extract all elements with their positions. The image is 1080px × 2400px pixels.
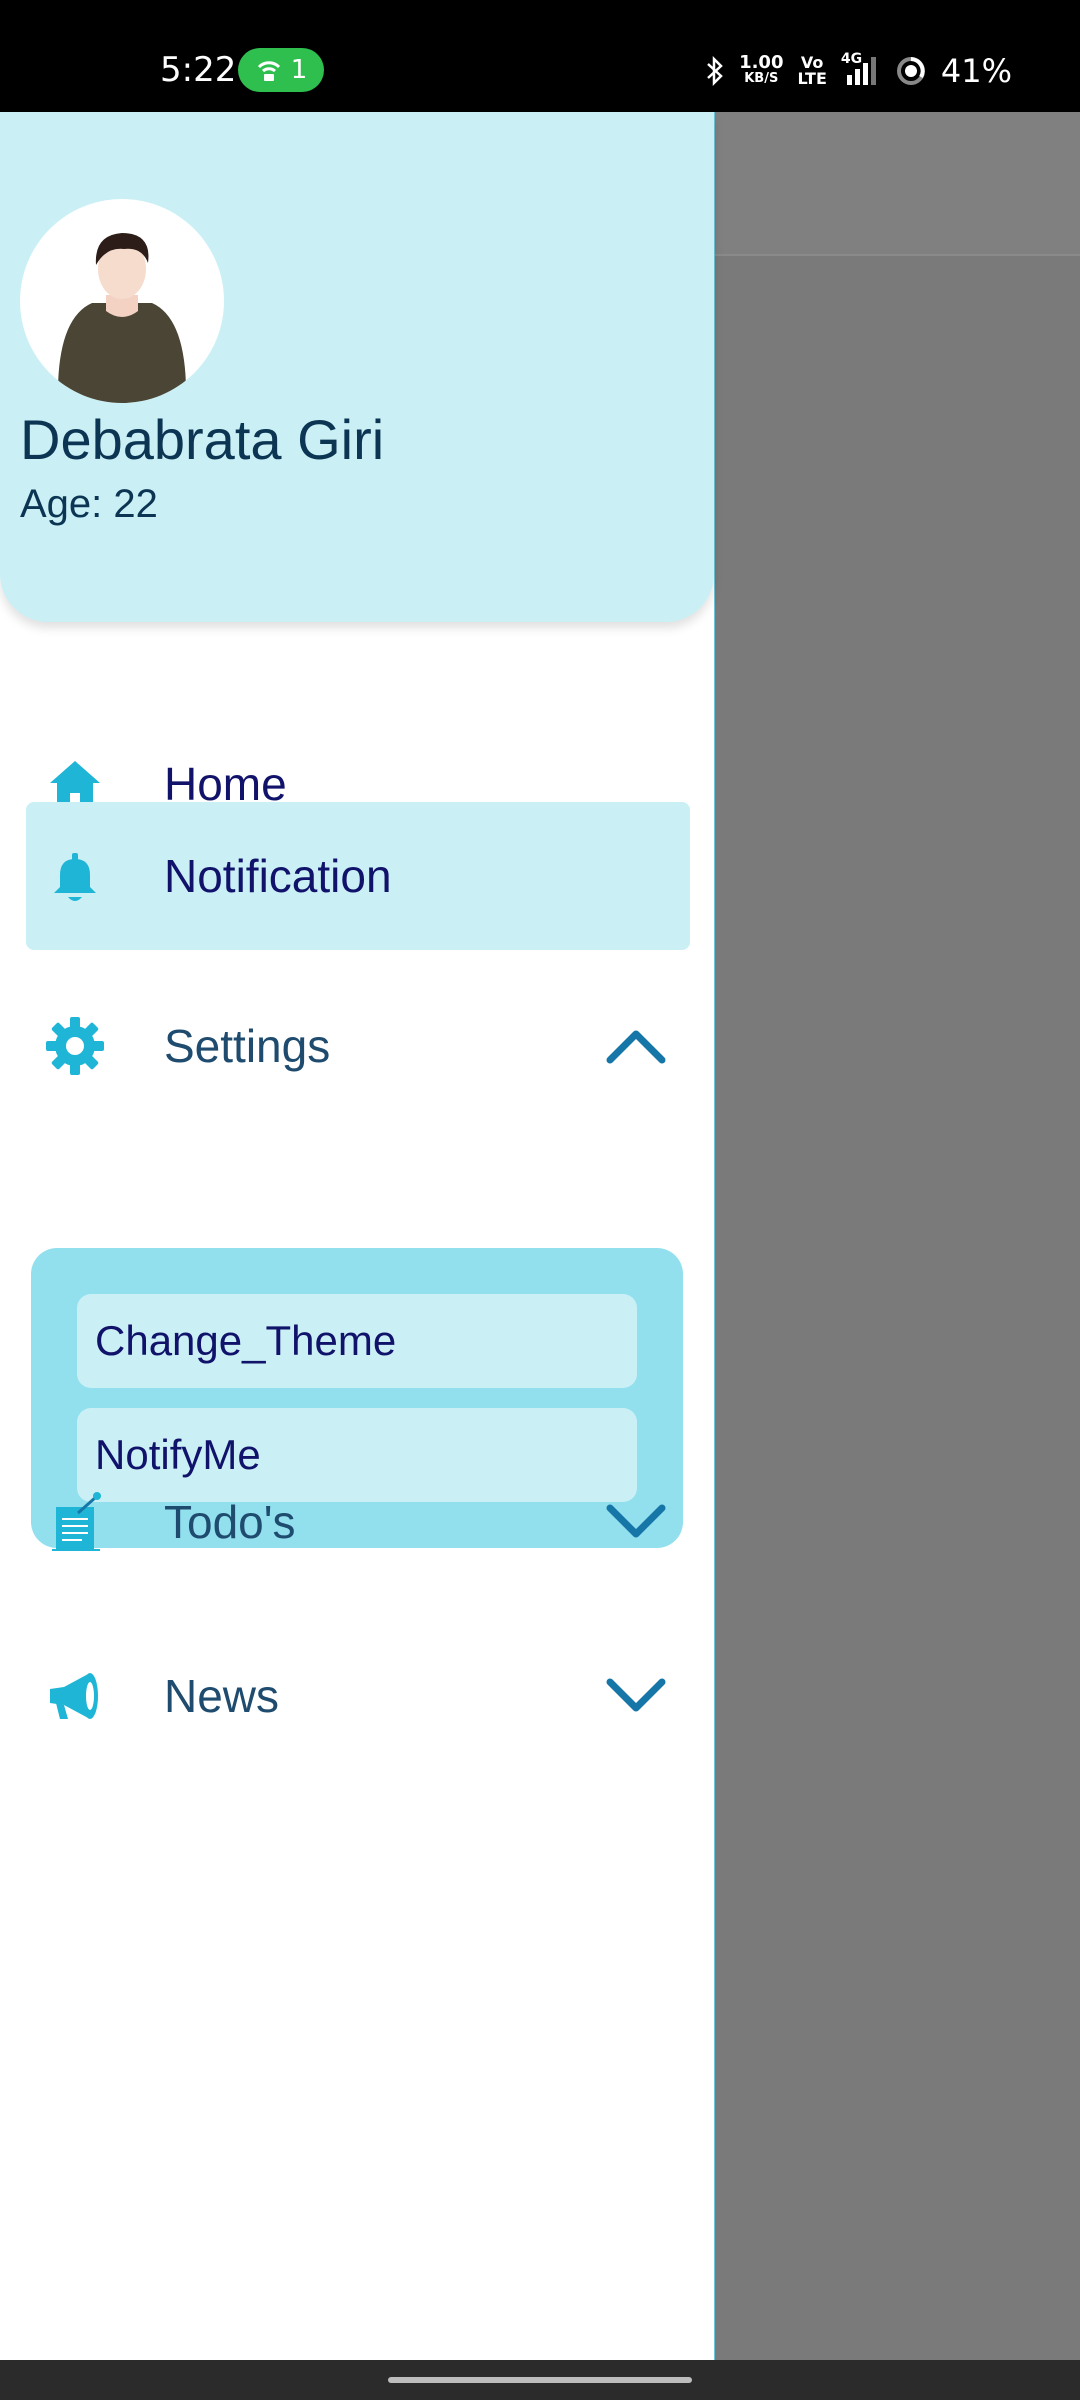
battery-icon bbox=[896, 57, 925, 85]
megaphone-icon bbox=[50, 1673, 98, 1719]
divider bbox=[714, 254, 1080, 256]
bluetooth-icon bbox=[707, 56, 723, 86]
profile-age: Age: 22 bbox=[20, 482, 158, 526]
hotspot-indicator: 1 bbox=[238, 48, 324, 92]
chevron-up-icon[interactable] bbox=[604, 1026, 668, 1066]
navigation-drawer: Debabrata Giri Age: 22 Home Notification bbox=[0, 112, 715, 2360]
gear-icon bbox=[46, 1017, 104, 1075]
nav-item-settings[interactable]: Settings bbox=[26, 972, 690, 1120]
status-icons: 1.00 KB/S Vo LTE 4G 41% bbox=[705, 51, 1012, 90]
app-toolbar-dimmed bbox=[714, 112, 1080, 254]
nav-item-notification[interactable]: Notification bbox=[26, 802, 690, 950]
nav-item-todos[interactable]: Todo's bbox=[26, 1448, 690, 1596]
system-navigation-bar bbox=[0, 2360, 1080, 2400]
gesture-handle[interactable] bbox=[388, 2377, 692, 2383]
user-avatar-icon bbox=[57, 233, 187, 403]
bell-icon bbox=[54, 853, 96, 901]
chevron-down-icon[interactable] bbox=[604, 1676, 668, 1716]
nav-item-news[interactable]: News bbox=[26, 1622, 690, 1770]
hotspot-count: 1 bbox=[290, 55, 308, 85]
profile-header: Debabrata Giri Age: 22 bbox=[0, 112, 714, 622]
nav-item-label: News bbox=[164, 1670, 280, 1722]
status-bar: 5:22 1 1.00 KB/S Vo LTE 4G 41% bbox=[0, 0, 1080, 112]
volte-indicator: Vo LTE bbox=[797, 53, 827, 88]
submenu-item-label: Change_Theme bbox=[95, 1317, 397, 1364]
avatar[interactable] bbox=[20, 199, 224, 403]
hotspot-icon bbox=[257, 61, 280, 81]
submenu-item-change-theme[interactable]: Change_Theme bbox=[77, 1294, 637, 1388]
nav-item-label: Todo's bbox=[164, 1496, 296, 1548]
nav-item-label: Notification bbox=[164, 850, 392, 902]
nav-item-label: Settings bbox=[164, 1020, 331, 1072]
battery-level: 41% bbox=[940, 52, 1012, 90]
clipboard-pin-icon bbox=[52, 1492, 101, 1551]
profile-name: Debabrata Giri bbox=[20, 408, 385, 471]
status-time: 5:22 bbox=[160, 50, 237, 90]
net-speed: 1.00 KB/S bbox=[739, 52, 784, 87]
chevron-down-icon[interactable] bbox=[604, 1502, 668, 1542]
signal-icon bbox=[846, 57, 876, 85]
signal-indicator: 4G bbox=[841, 51, 881, 87]
